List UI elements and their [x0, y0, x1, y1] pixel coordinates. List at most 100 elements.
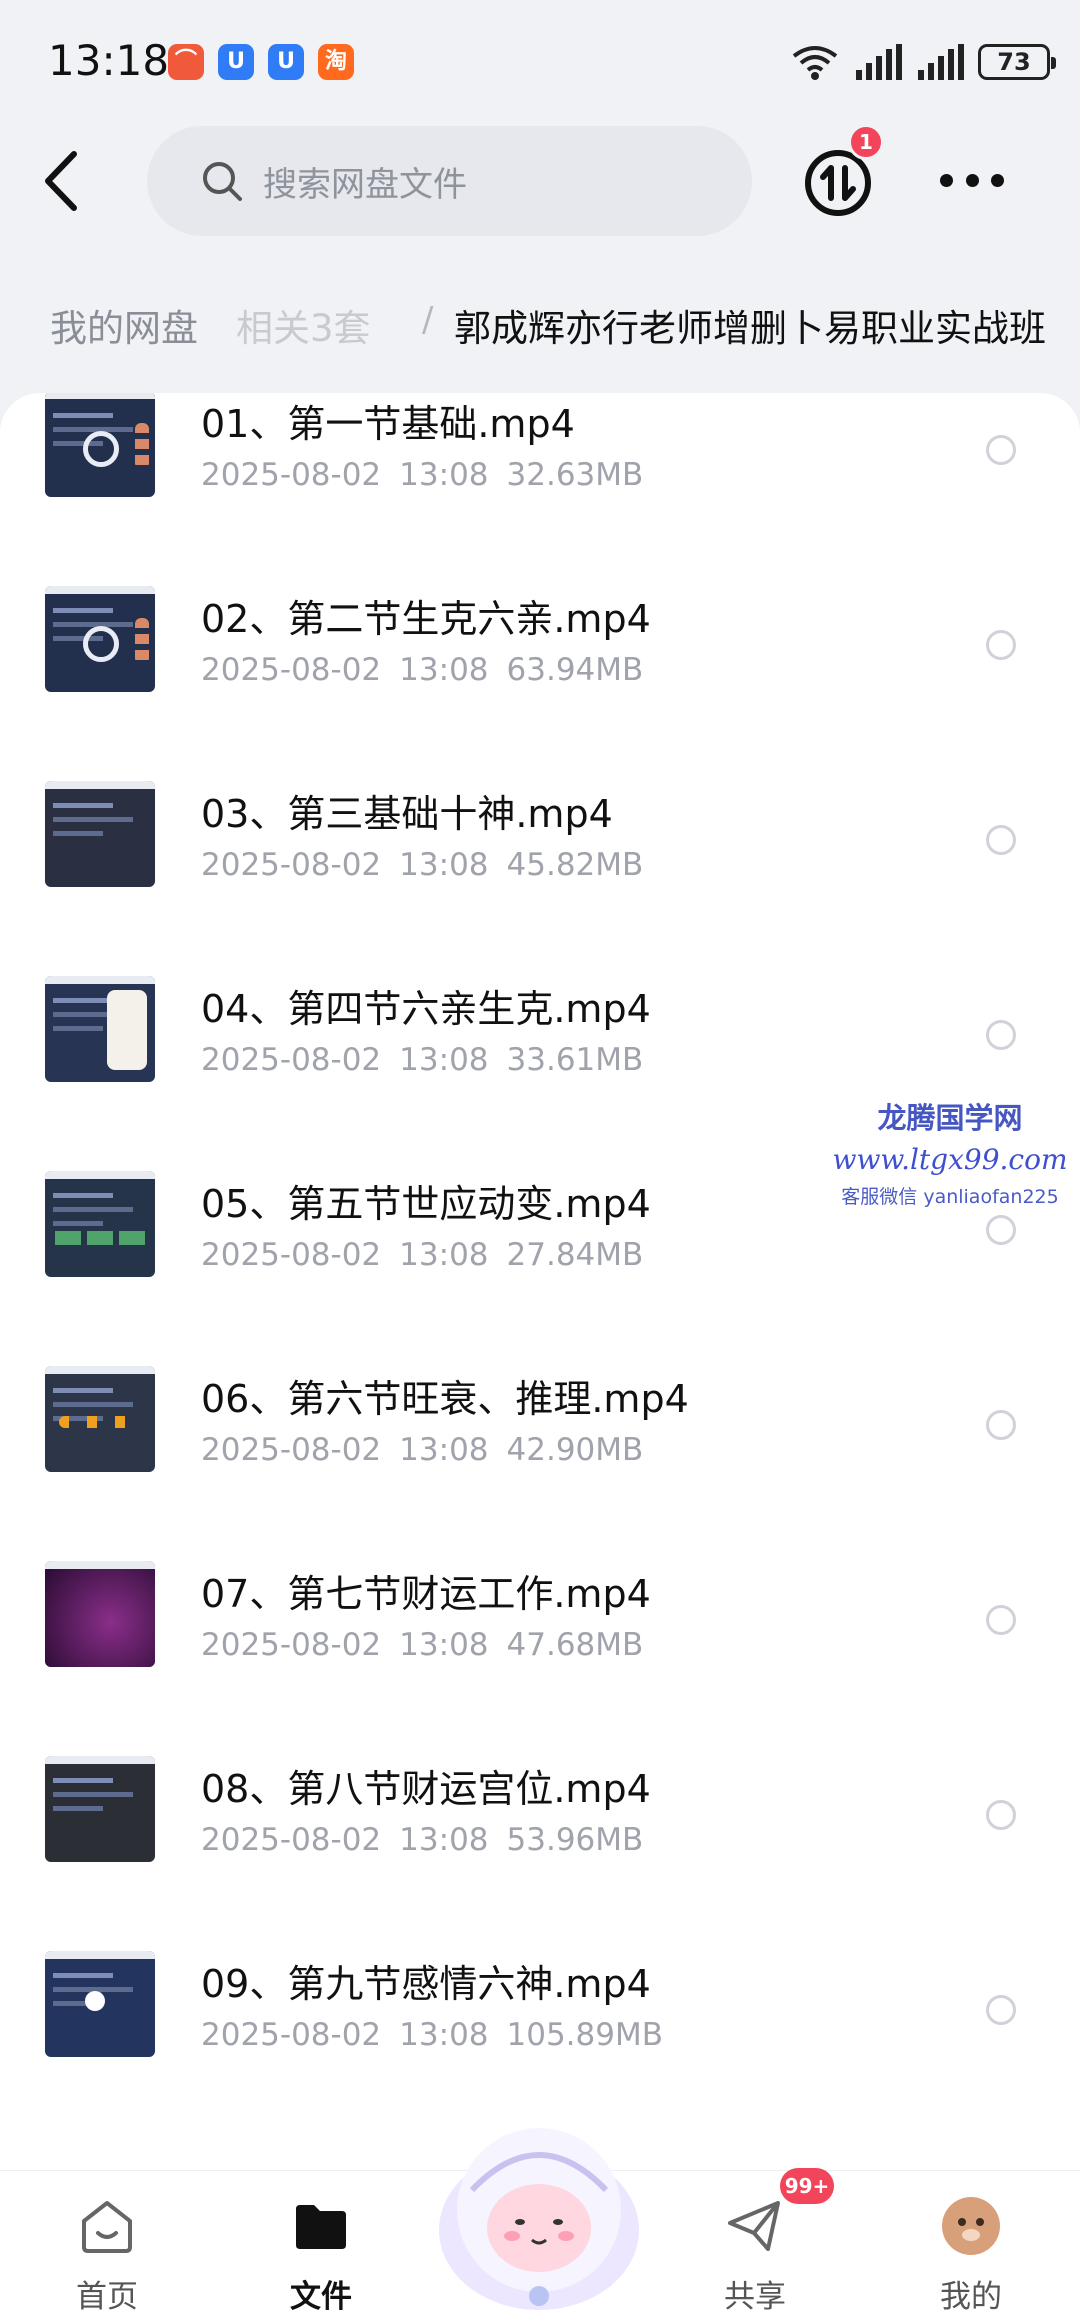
video-thumbnail	[45, 1561, 155, 1667]
file-size: 53.96MB	[506, 1822, 644, 1858]
signal-icon-2	[918, 44, 964, 80]
file-size: 45.82MB	[506, 847, 644, 883]
file-time: 13:08	[399, 1627, 489, 1663]
file-date: 2025-08-02	[201, 1042, 382, 1078]
file-size: 47.68MB	[506, 1627, 644, 1663]
breadcrumb-root[interactable]: 我的网盘	[50, 298, 198, 352]
assistant-mascot-button[interactable]	[432, 2110, 646, 2316]
select-checkbox[interactable]	[986, 825, 1016, 855]
file-row[interactable]: 03、第三基础十神.mp4 2025-08-02 13:08 45.82MB	[0, 743, 1080, 938]
file-time: 13:08	[399, 457, 489, 493]
file-meta: 2025-08-02 13:08 27.84MB	[201, 1237, 643, 1273]
select-checkbox[interactable]	[986, 1215, 1016, 1245]
signal-icon-1	[856, 44, 902, 80]
file-meta: 2025-08-02 13:08 45.82MB	[201, 847, 643, 883]
breadcrumb-separator: /	[422, 300, 434, 340]
paper-plane-icon	[728, 2201, 780, 2251]
file-row[interactable]: 06、第六节旺衰、推理.mp4 2025-08-02 13:08 42.90MB	[0, 1328, 1080, 1523]
file-name: 06、第六节旺衰、推理.mp4	[201, 1377, 689, 1421]
file-meta: 2025-08-02 13:08 33.61MB	[201, 1042, 643, 1078]
video-thumbnail	[45, 1951, 155, 2057]
video-thumbnail	[45, 1366, 155, 1472]
file-meta: 2025-08-02 13:08 105.89MB	[201, 2017, 663, 2053]
file-meta: 2025-08-02 13:08 63.94MB	[201, 652, 643, 688]
status-time: 13:18	[48, 36, 170, 85]
select-checkbox[interactable]	[986, 630, 1016, 660]
file-time: 13:08	[399, 1432, 489, 1468]
file-date: 2025-08-02	[201, 1432, 382, 1468]
file-size: 33.61MB	[506, 1042, 644, 1078]
select-checkbox[interactable]	[986, 1605, 1016, 1635]
status-indicators: 73	[790, 42, 1056, 82]
file-name: 02、第二节生克六亲.mp4	[201, 597, 651, 641]
nav-me-label: 我的	[940, 2279, 1002, 2315]
nav-home[interactable]: 首页	[42, 2185, 172, 2315]
file-size: 27.84MB	[506, 1237, 644, 1273]
breadcrumb-current: 郭成辉亦行老师增删卜易职业实战班	[454, 307, 1046, 350]
file-size: 105.89MB	[506, 2017, 663, 2053]
folder-icon	[296, 2205, 346, 2249]
video-thumbnail	[45, 976, 155, 1082]
u-app-icon-2: U	[268, 44, 304, 80]
file-size: 63.94MB	[506, 652, 644, 688]
video-thumbnail	[45, 1171, 155, 1277]
search-placeholder: 搜索网盘文件	[263, 164, 467, 205]
u-app-icon-1: U	[218, 44, 254, 80]
search-input[interactable]: 搜索网盘文件	[147, 126, 752, 236]
file-time: 13:08	[399, 2017, 489, 2053]
home-icon	[82, 2201, 132, 2253]
avatar	[942, 2197, 1000, 2255]
select-checkbox[interactable]	[986, 1995, 1016, 2025]
file-row[interactable]: 08、第八节财运宫位.mp4 2025-08-02 13:08 53.96MB	[0, 1718, 1080, 1913]
breadcrumb-parent[interactable]: 相关3套	[236, 298, 371, 352]
nav-home-label: 首页	[76, 2279, 138, 2315]
more-dot-icon	[965, 173, 979, 187]
status-bar: 13:18 ⌒ U U 淘 73	[0, 0, 1080, 120]
file-meta: 2025-08-02 13:08 53.96MB	[201, 1822, 643, 1858]
file-row[interactable]: 04、第四节六亲生克.mp4 2025-08-02 13:08 33.61MB	[0, 938, 1080, 1133]
file-date: 2025-08-02	[201, 1627, 382, 1663]
select-checkbox[interactable]	[986, 1800, 1016, 1830]
select-checkbox[interactable]	[986, 1020, 1016, 1050]
file-name: 01、第一节基础.mp4	[201, 402, 575, 446]
file-meta: 2025-08-02 13:08 32.63MB	[201, 457, 643, 493]
video-thumbnail	[45, 393, 155, 497]
file-time: 13:08	[399, 847, 489, 883]
wifi-icon	[792, 46, 838, 80]
file-time: 13:08	[399, 1042, 489, 1078]
file-time: 13:08	[399, 1822, 489, 1858]
file-name: 03、第三基础十神.mp4	[201, 792, 613, 836]
breadcrumb: 我的网盘 相关3套 / 郭成辉亦行老师增删卜易职业实战班	[0, 290, 1080, 360]
nav-share-label: 共享	[724, 2279, 786, 2315]
file-name: 07、第七节财运工作.mp4	[201, 1572, 651, 1616]
file-time: 13:08	[399, 1237, 489, 1273]
file-row[interactable]: 01、第一节基础.mp4 2025-08-02 13:08 32.63MB	[0, 393, 1080, 548]
file-row[interactable]: 09、第九节感情六神.mp4 2025-08-02 13:08 105.89MB	[0, 1913, 1080, 2108]
back-button[interactable]	[38, 148, 88, 214]
file-size: 32.63MB	[506, 457, 644, 493]
nav-me[interactable]: 我的	[906, 2185, 1036, 2315]
file-date: 2025-08-02	[201, 1822, 382, 1858]
more-options-button[interactable]	[940, 168, 1004, 192]
meituan-app-icon: ⌒	[168, 44, 204, 80]
video-thumbnail	[45, 781, 155, 887]
file-row[interactable]: 07、第七节财运工作.mp4 2025-08-02 13:08 47.68MB	[0, 1523, 1080, 1718]
file-row[interactable]: 05、第五节世应动变.mp4 2025-08-02 13:08 27.84MB	[0, 1133, 1080, 1328]
file-row[interactable]: 02、第二节生克六亲.mp4 2025-08-02 13:08 63.94MB	[0, 548, 1080, 743]
file-name: 05、第五节世应动变.mp4	[201, 1182, 651, 1226]
file-date: 2025-08-02	[201, 2017, 382, 2053]
video-thumbnail	[45, 586, 155, 692]
battery-indicator: 73	[978, 44, 1056, 80]
nav-share[interactable]: 共享	[690, 2185, 820, 2315]
more-dot-icon	[940, 173, 953, 187]
file-date: 2025-08-02	[201, 1237, 382, 1273]
select-checkbox[interactable]	[986, 1410, 1016, 1440]
select-checkbox[interactable]	[986, 435, 1016, 465]
file-size: 42.90MB	[506, 1432, 644, 1468]
nav-files[interactable]: 文件	[256, 2185, 386, 2315]
file-meta: 2025-08-02 13:08 47.68MB	[201, 1627, 643, 1663]
file-name: 09、第九节感情六神.mp4	[201, 1962, 651, 2006]
file-list: 01、第一节基础.mp4 2025-08-02 13:08 32.63MB 02、第二节…	[0, 393, 1080, 2173]
file-date: 2025-08-02	[201, 652, 382, 688]
more-dot-icon	[991, 173, 1004, 187]
